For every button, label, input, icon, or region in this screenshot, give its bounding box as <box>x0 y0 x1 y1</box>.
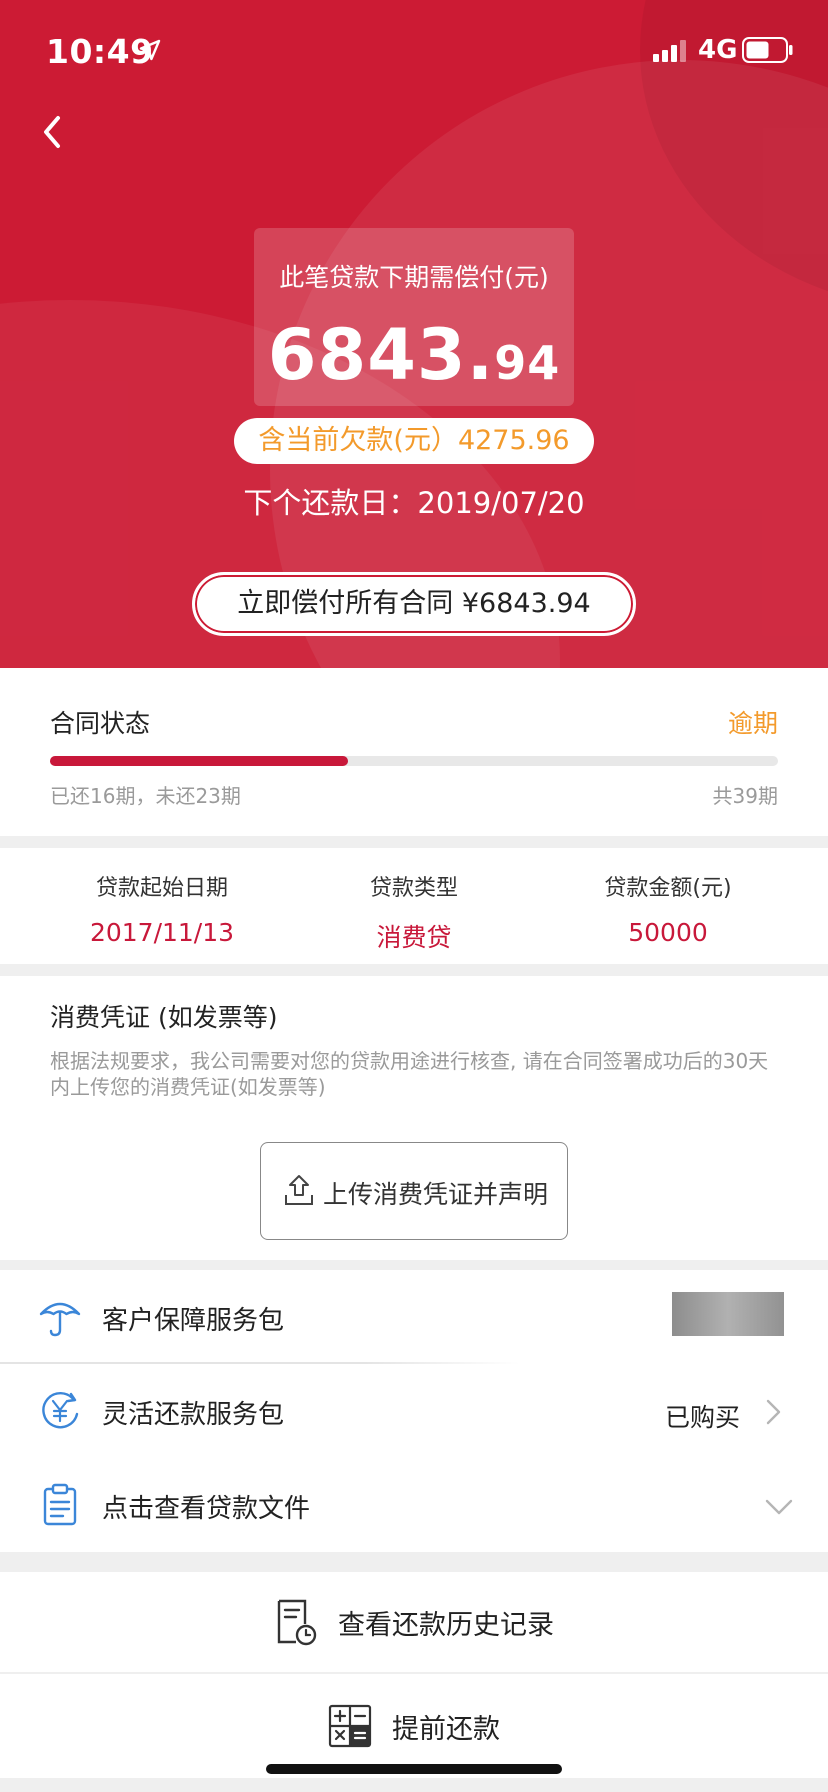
menu-item-label: 灵活还款服务包 <box>102 1400 285 1430</box>
info-label: 贷款起始日期 <box>95 876 228 901</box>
repayment-history-label: 查看还款历史记录 <box>338 1609 554 1641</box>
back-chevron-icon[interactable] <box>34 108 70 156</box>
info-label: 贷款类型 <box>369 876 458 901</box>
repayment-history-row[interactable]: 查看还款历史记录 <box>0 1572 828 1672</box>
redacted-patch <box>672 1292 784 1336</box>
yuan-refresh-icon <box>42 1392 79 1429</box>
chevron-right-icon <box>766 1399 781 1425</box>
menu-item-label: 点击查看贷款文件 <box>102 1494 311 1524</box>
amount-decimal: 94 <box>494 336 561 390</box>
location-arrow-icon <box>139 39 161 61</box>
clipboard-icon <box>43 1483 77 1526</box>
battery-icon <box>742 37 793 63</box>
next-payment-label: 此笔贷款下期需偿付(元) <box>279 263 549 292</box>
info-value: 消费贷 <box>376 923 452 952</box>
contract-status-title: 合同状态 <box>50 709 151 738</box>
purchased-status: 已购买 <box>664 1403 740 1432</box>
amount-integer: 6843. <box>267 314 495 396</box>
next-repayment-date: 下个还款日：2019/07/20 <box>243 486 585 520</box>
status-bar: 10:49 4G <box>0 0 828 100</box>
calculator-icon <box>328 1704 372 1748</box>
repayment-progress-bar <box>50 756 778 766</box>
umbrella-icon <box>39 1302 81 1337</box>
network-type: 4G <box>698 35 738 65</box>
prepay-content: 提前还款 <box>0 1674 828 1778</box>
info-value: 2017/11/13 <box>89 918 235 947</box>
signal-icon <box>653 40 686 62</box>
service-menu: 客户保障服务包 灵活还款服务包 已购买 点击查看贷款文件 <box>0 1270 828 1552</box>
info-label: 贷款金额(元) <box>604 876 732 901</box>
pay-all-button[interactable]: 立即偿付所有合同 ¥6843.94 <box>192 572 636 636</box>
prepay-label: 提前还款 <box>392 1713 500 1745</box>
arrears-badge: 含当前欠款(元）4275.96 <box>234 418 594 464</box>
info-value: 50000 <box>628 918 708 947</box>
voucher-description: 根据法规要求，我公司需要对您的贷款用途进行核查, 请在合同签署成功后的30天内上… <box>50 1049 769 1099</box>
loan-info-card: 贷款起始日期 2017/11/13 贷款类型 消费贷 贷款金额(元) 50000 <box>0 848 828 964</box>
upload-icon <box>285 1175 313 1205</box>
menu-item-flexible-repayment[interactable]: 灵活还款服务包 已购买 <box>0 1292 828 1458</box>
next-payment-box: 此笔贷款下期需偿付(元) 6843.94 <box>254 228 574 406</box>
prepay-row[interactable]: 提前还款 <box>0 1674 828 1778</box>
status-badge: 逾期 <box>727 709 778 738</box>
voucher-card: 消费凭证 (如发票等) 根据法规要求，我公司需要对您的贷款用途进行核查, 请在合… <box>0 976 828 1260</box>
loan-start-date: 贷款起始日期 2017/11/13 <box>24 870 300 947</box>
next-payment-amount: 6843.94 <box>254 314 574 396</box>
upload-voucher-button[interactable]: 上传消费凭证并声明 <box>260 1142 568 1240</box>
history-document-icon <box>277 1599 317 1646</box>
chevron-down-icon <box>765 1499 793 1515</box>
menu-item-loan-documents[interactable]: 点击查看贷款文件 <box>0 1458 828 1552</box>
repayment-history-content: 查看还款历史记录 <box>0 1572 828 1672</box>
header-section: 10:49 4G 此笔贷款下期需偿付(元) 6843.94 含当前欠款(元）42… <box>0 0 828 668</box>
home-indicator <box>266 1764 562 1774</box>
menu-item-label: 客户保障服务包 <box>102 1306 285 1336</box>
contract-status-card: 合同状态 逾期 已还16期，未还23期 共39期 <box>0 668 828 836</box>
voucher-title: 消费凭证 (如发票等) <box>50 1003 278 1032</box>
loan-type: 贷款类型 消费贷 <box>276 870 552 954</box>
periods-total-text: 共39期 <box>712 784 778 808</box>
repayment-progress-fill <box>50 756 349 766</box>
upload-voucher-label: 上传消费凭证并声明 <box>323 1180 549 1209</box>
periods-paid-text: 已还16期，未还23期 <box>50 784 241 808</box>
loan-amount: 贷款金额(元) 50000 <box>530 870 806 947</box>
